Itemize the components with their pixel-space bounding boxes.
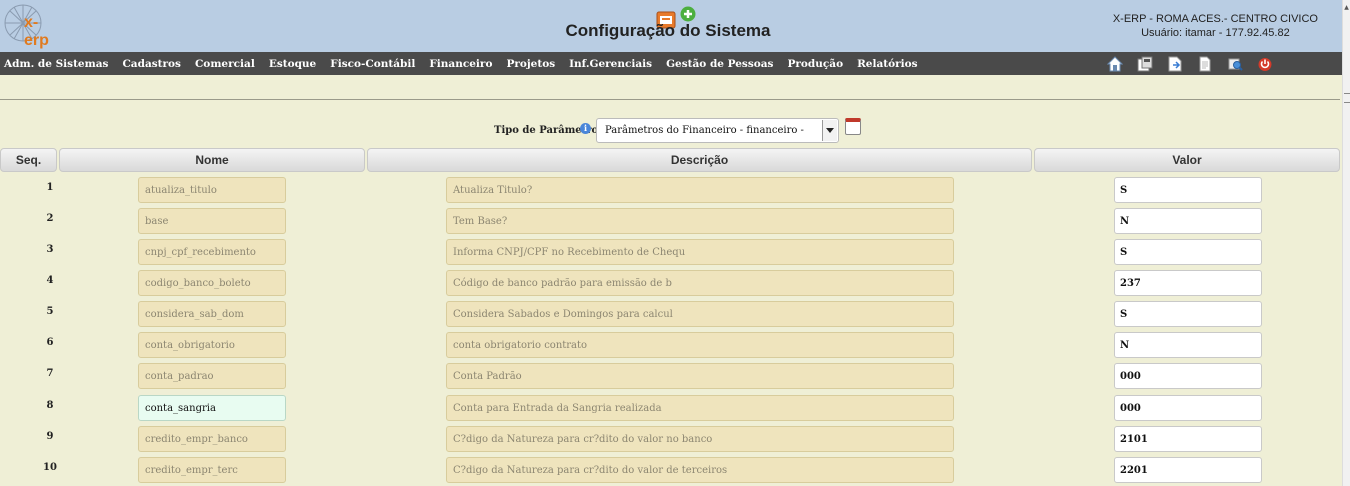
user-info: X-ERP - ROMA ACES.- CENTRO CIVICO Usuári… <box>1113 12 1318 40</box>
menu-gestao-pessoas[interactable]: Gestão de Pessoas <box>666 58 773 70</box>
row-valor-input[interactable]: S <box>1114 239 1262 265</box>
menu-projetos[interactable]: Projetos <box>506 58 555 70</box>
table-row: 2 base Tem Base? N <box>0 207 1340 238</box>
logo-text: x-erp <box>24 14 49 49</box>
header-nome[interactable]: Nome <box>59 148 365 172</box>
row-valor-input[interactable]: S <box>1114 177 1262 203</box>
row-nome-field: codigo_banco_boleto <box>138 270 286 296</box>
document-icon[interactable] <box>1196 55 1214 72</box>
save-icon[interactable] <box>1136 55 1154 72</box>
header-valor[interactable]: Valor <box>1034 148 1340 172</box>
scroll-up-icon[interactable]: ▲ <box>1343 4 1350 11</box>
menu-producao[interactable]: Produção <box>787 58 843 70</box>
menu-relatorios[interactable]: Relatórios <box>857 58 918 70</box>
table-row: 6 conta_obrigatorio conta obrigatorio co… <box>0 331 1340 362</box>
row-nome-field: base <box>138 208 286 234</box>
row-seq: 5 <box>46 306 54 317</box>
row-valor-input[interactable]: 2101 <box>1114 426 1262 452</box>
scroll-grip[interactable] <box>1344 93 1350 103</box>
table-row: 9 credito_empr_banco C?digo da Natureza … <box>0 425 1340 456</box>
menubar: Adm. de Sistemas Cadastros Comercial Est… <box>0 52 1342 75</box>
menu-comercial[interactable]: Comercial <box>195 58 255 70</box>
calendar-icon[interactable] <box>845 118 861 135</box>
row-nome-field: credito_empr_terc <box>138 457 286 483</box>
menu-estoque[interactable]: Estoque <box>269 58 316 70</box>
row-valor-input[interactable]: 237 <box>1114 270 1262 296</box>
company-name: X-ERP - ROMA ACES.- CENTRO CIVICO <box>1112 13 1318 25</box>
row-nome-field-active[interactable]: conta_sangria <box>138 395 286 421</box>
row-nome-field: cnpj_cpf_recebimento <box>138 239 286 265</box>
scrollbar[interactable]: ▲ <box>1342 0 1350 486</box>
table-row: 5 considera_sab_dom Considera Sabados e … <box>0 300 1340 331</box>
power-icon[interactable] <box>1256 55 1274 72</box>
row-descricao-field: conta obrigatorio contrato <box>446 332 954 358</box>
logo[interactable]: x-erp <box>2 2 58 49</box>
row-seq: 8 <box>46 400 54 411</box>
row-seq: 1 <box>46 182 54 193</box>
param-type-select[interactable]: Parâmetros do Financeiro - financeiro - <box>596 118 839 143</box>
row-seq: 6 <box>46 337 54 348</box>
row-descricao-field: Código de banco padrão para emissão de b <box>446 270 954 296</box>
row-nome-field: credito_empr_banco <box>138 426 286 452</box>
table-row: 4 codigo_banco_boleto Código de banco pa… <box>0 269 1340 300</box>
menu-adm-sistemas[interactable]: Adm. de Sistemas <box>4 58 108 70</box>
table-row: 3 cnpj_cpf_recebimento Informa CNPJ/CPF … <box>0 238 1340 269</box>
row-nome-field: conta_padrao <box>138 363 286 389</box>
row-descricao-field: Atualiza Titulo? <box>446 177 954 203</box>
menu-financeiro[interactable]: Financeiro <box>429 58 492 70</box>
user-name: Usuário: itamar - 177.92.45.82 <box>1141 27 1290 39</box>
info-icon[interactable]: i <box>580 123 591 134</box>
table-row: 8 conta_sangria Conta para Entrada da Sa… <box>0 394 1340 425</box>
menu-cadastros[interactable]: Cadastros <box>122 58 181 70</box>
row-seq: 2 <box>46 213 54 224</box>
divider <box>0 99 1340 100</box>
home-icon[interactable] <box>1106 55 1124 72</box>
row-seq: 9 <box>46 431 54 442</box>
toolbar-icons <box>1106 55 1286 72</box>
row-descricao-field: Considera Sabados e Domingos para calcul <box>446 301 954 327</box>
row-seq: 10 <box>43 462 57 473</box>
menu-fisco-contabil[interactable]: Fisco-Contábil <box>330 58 415 70</box>
table-row: 10 credito_empr_terc C?digo da Natureza … <box>0 456 1340 486</box>
row-valor-input[interactable]: N <box>1114 208 1262 234</box>
row-descricao-field: Informa CNPJ/CPF no Recebimento de Chequ <box>446 239 954 265</box>
export-icon[interactable] <box>1166 55 1184 72</box>
row-nome-field: atualiza_titulo <box>138 177 286 203</box>
row-valor-input[interactable]: S <box>1114 301 1262 327</box>
row-nome-field: conta_obrigatorio <box>138 332 286 358</box>
row-nome-field: considera_sab_dom <box>138 301 286 327</box>
row-descricao-field: C?digo da Natureza para cr?dito do valor… <box>446 426 954 452</box>
search-icon[interactable] <box>1226 55 1244 72</box>
menu-inf-gerenciais[interactable]: Inf.Gerenciais <box>569 58 652 70</box>
table-row: 7 conta_padrao Conta Padrão 000 <box>0 362 1340 393</box>
param-type-value: Parâmetros do Financeiro - financeiro - <box>605 125 804 136</box>
row-descricao-field: Conta para Entrada da Sangria realizada <box>446 395 954 421</box>
row-seq: 3 <box>46 244 54 255</box>
header-seq[interactable]: Seq. <box>0 148 57 172</box>
row-descricao-field: Conta Padrão <box>446 363 954 389</box>
row-descricao-field: C?digo da Natureza para cr?dito do valor… <box>446 457 954 483</box>
menu-items: Adm. de Sistemas Cadastros Comercial Est… <box>4 52 932 75</box>
chevron-down-icon[interactable] <box>822 120 837 141</box>
header: x-erp Configuração do Sistema X-ERP - RO… <box>0 0 1342 52</box>
row-descricao-field: Tem Base? <box>446 208 954 234</box>
row-seq: 4 <box>46 275 54 286</box>
row-valor-input[interactable]: N <box>1114 332 1262 358</box>
row-seq: 7 <box>46 368 54 379</box>
header-descricao[interactable]: Descrição <box>367 148 1032 172</box>
table-row: 1 atualiza_titulo Atualiza Titulo? S <box>0 176 1340 207</box>
row-valor-input[interactable]: 2201 <box>1114 457 1262 483</box>
page-title: Configuração do Sistema <box>565 21 771 40</box>
row-valor-input[interactable]: 000 <box>1114 395 1262 421</box>
row-valor-input[interactable]: 000 <box>1114 363 1262 389</box>
